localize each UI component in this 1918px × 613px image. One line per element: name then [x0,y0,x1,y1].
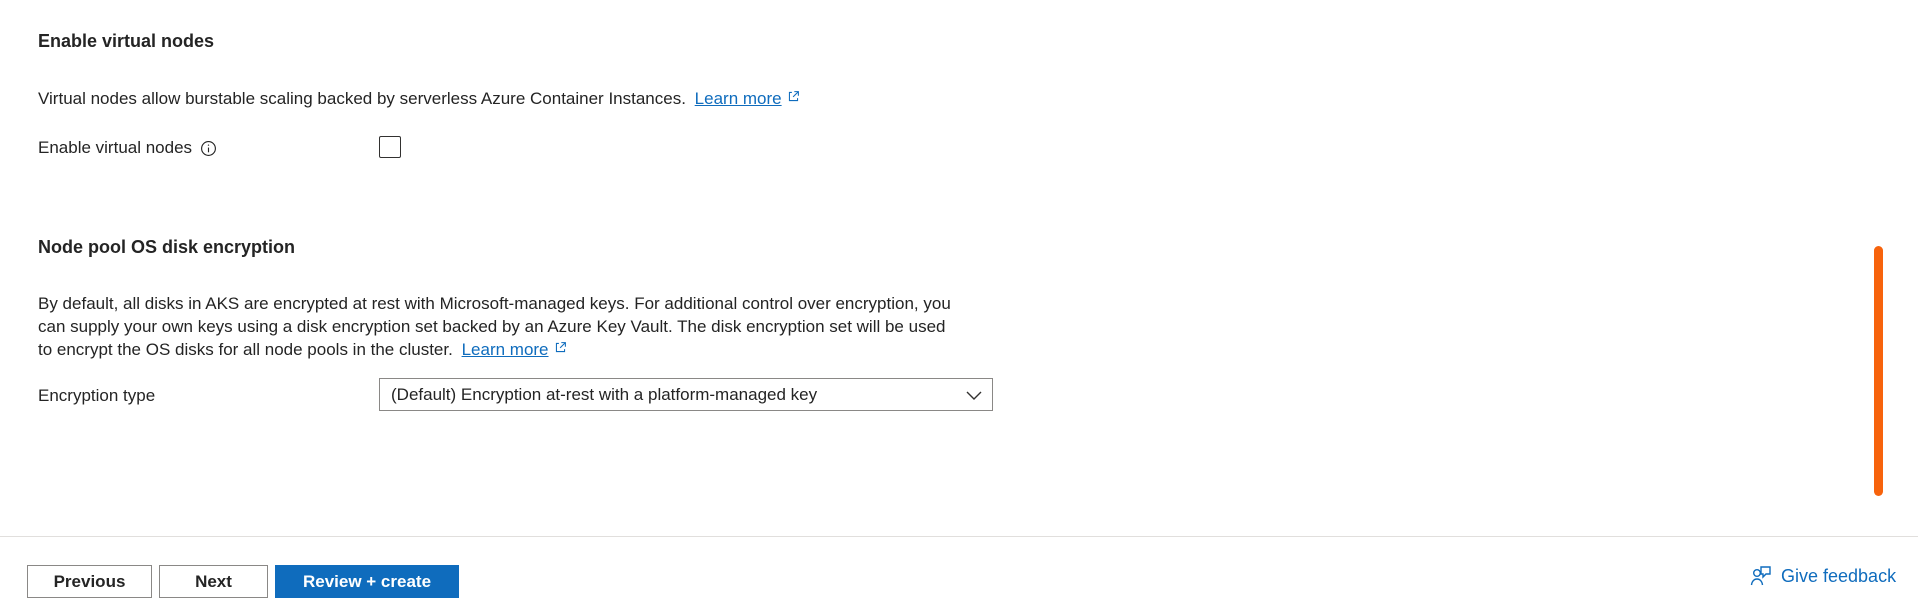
previous-button[interactable]: Previous [27,565,152,598]
virtual-nodes-learn-more-text: Learn more [694,89,782,108]
disk-encryption-description: By default, all disks in AKS are encrypt… [38,292,951,361]
disk-encryption-description-line2: can supply your own keys using a disk en… [38,317,946,336]
give-feedback-text: Give feedback [1781,565,1897,586]
give-feedback-link[interactable]: Give feedback [1749,564,1896,588]
enable-virtual-nodes-checkbox[interactable] [379,136,401,158]
disk-encryption-description-line1: By default, all disks in AKS are encrypt… [38,294,951,313]
review-create-button[interactable]: Review + create [275,565,459,598]
footer-divider [0,536,1918,537]
virtual-nodes-learn-more-link[interactable]: Learn more [695,89,782,108]
external-link-icon[interactable] [787,90,800,103]
encryption-type-select[interactable]: (Default) Encryption at-rest with a plat… [379,378,993,411]
disk-encryption-learn-more-link[interactable]: Learn more [462,340,549,359]
disk-encryption-heading: Node pool OS disk encryption [38,237,296,257]
external-link-icon[interactable] [554,341,567,354]
feedback-icon [1750,566,1771,586]
enable-virtual-nodes-label: Enable virtual nodes [38,138,217,158]
chevron-down-icon [966,391,982,400]
virtual-nodes-description-text: Virtual nodes allow burstable scaling ba… [38,89,686,108]
next-button[interactable]: Next [159,565,268,598]
encryption-type-label: Encryption type [38,386,155,406]
disk-encryption-learn-more-text: Learn more [461,340,549,359]
encryption-type-label-text: Encryption type [38,386,156,405]
virtual-nodes-description: Virtual nodes allow burstable scaling ba… [38,87,800,110]
info-icon[interactable] [200,140,217,157]
virtual-nodes-heading: Enable virtual nodes [38,31,215,51]
disk-encryption-description-line3-row: to encrypt the OS disks for all node poo… [38,338,951,361]
enable-virtual-nodes-label-text: Enable virtual nodes [38,138,193,157]
vertical-scrollbar-thumb[interactable] [1874,246,1883,496]
disk-encryption-description-line3: to encrypt the OS disks for all node poo… [38,340,453,359]
encryption-type-selected-value: (Default) Encryption at-rest with a plat… [391,384,818,404]
page: Enable virtual nodes Virtual nodes allow… [0,0,1918,613]
